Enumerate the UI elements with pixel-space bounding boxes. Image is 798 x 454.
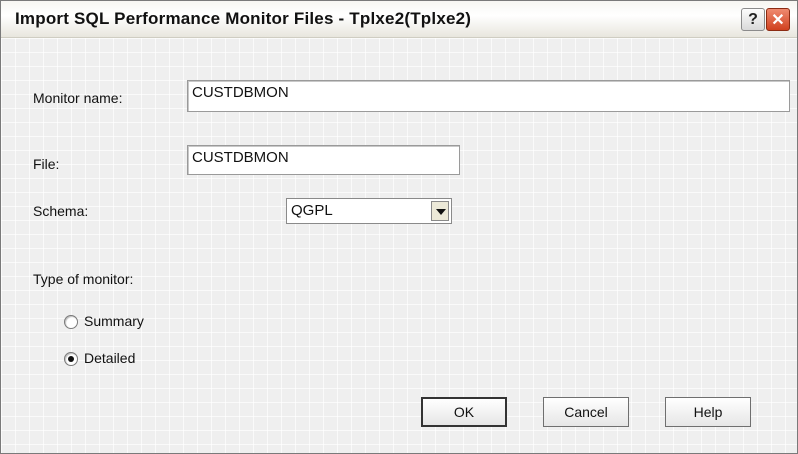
help-icon[interactable]: ? [741,8,765,31]
summary-radio[interactable] [64,315,78,329]
summary-radio-label[interactable]: Summary [84,313,144,329]
monitor-name-input[interactable]: CUSTDBMON [187,80,790,112]
type-of-monitor-label: Type of monitor: [33,271,134,287]
radio-selected-dot [68,356,74,362]
close-icon[interactable]: ✕ [766,8,790,31]
import-monitor-dialog: Import SQL Performance Monitor Files - T… [0,0,798,454]
ok-button[interactable]: OK [421,397,507,427]
file-label: File: [33,156,60,172]
cancel-button[interactable]: Cancel [543,397,629,427]
schema-label: Schema: [33,203,89,219]
detailed-radio[interactable] [64,352,78,366]
schema-select-value: QGPL [291,202,333,219]
schema-select[interactable]: QGPL [286,198,452,224]
help-button[interactable]: Help [665,397,751,427]
detailed-radio-label[interactable]: Detailed [84,350,135,366]
file-input[interactable]: CUSTDBMON [187,145,460,175]
dialog-content: Monitor name: CUSTDBMON File: CUSTDBMON … [1,38,797,453]
chevron-down-icon[interactable] [431,201,449,221]
title-bar[interactable]: Import SQL Performance Monitor Files - T… [1,1,797,38]
dialog-title: Import SQL Performance Monitor Files - T… [15,9,472,28]
monitor-name-label: Monitor name: [33,90,123,106]
